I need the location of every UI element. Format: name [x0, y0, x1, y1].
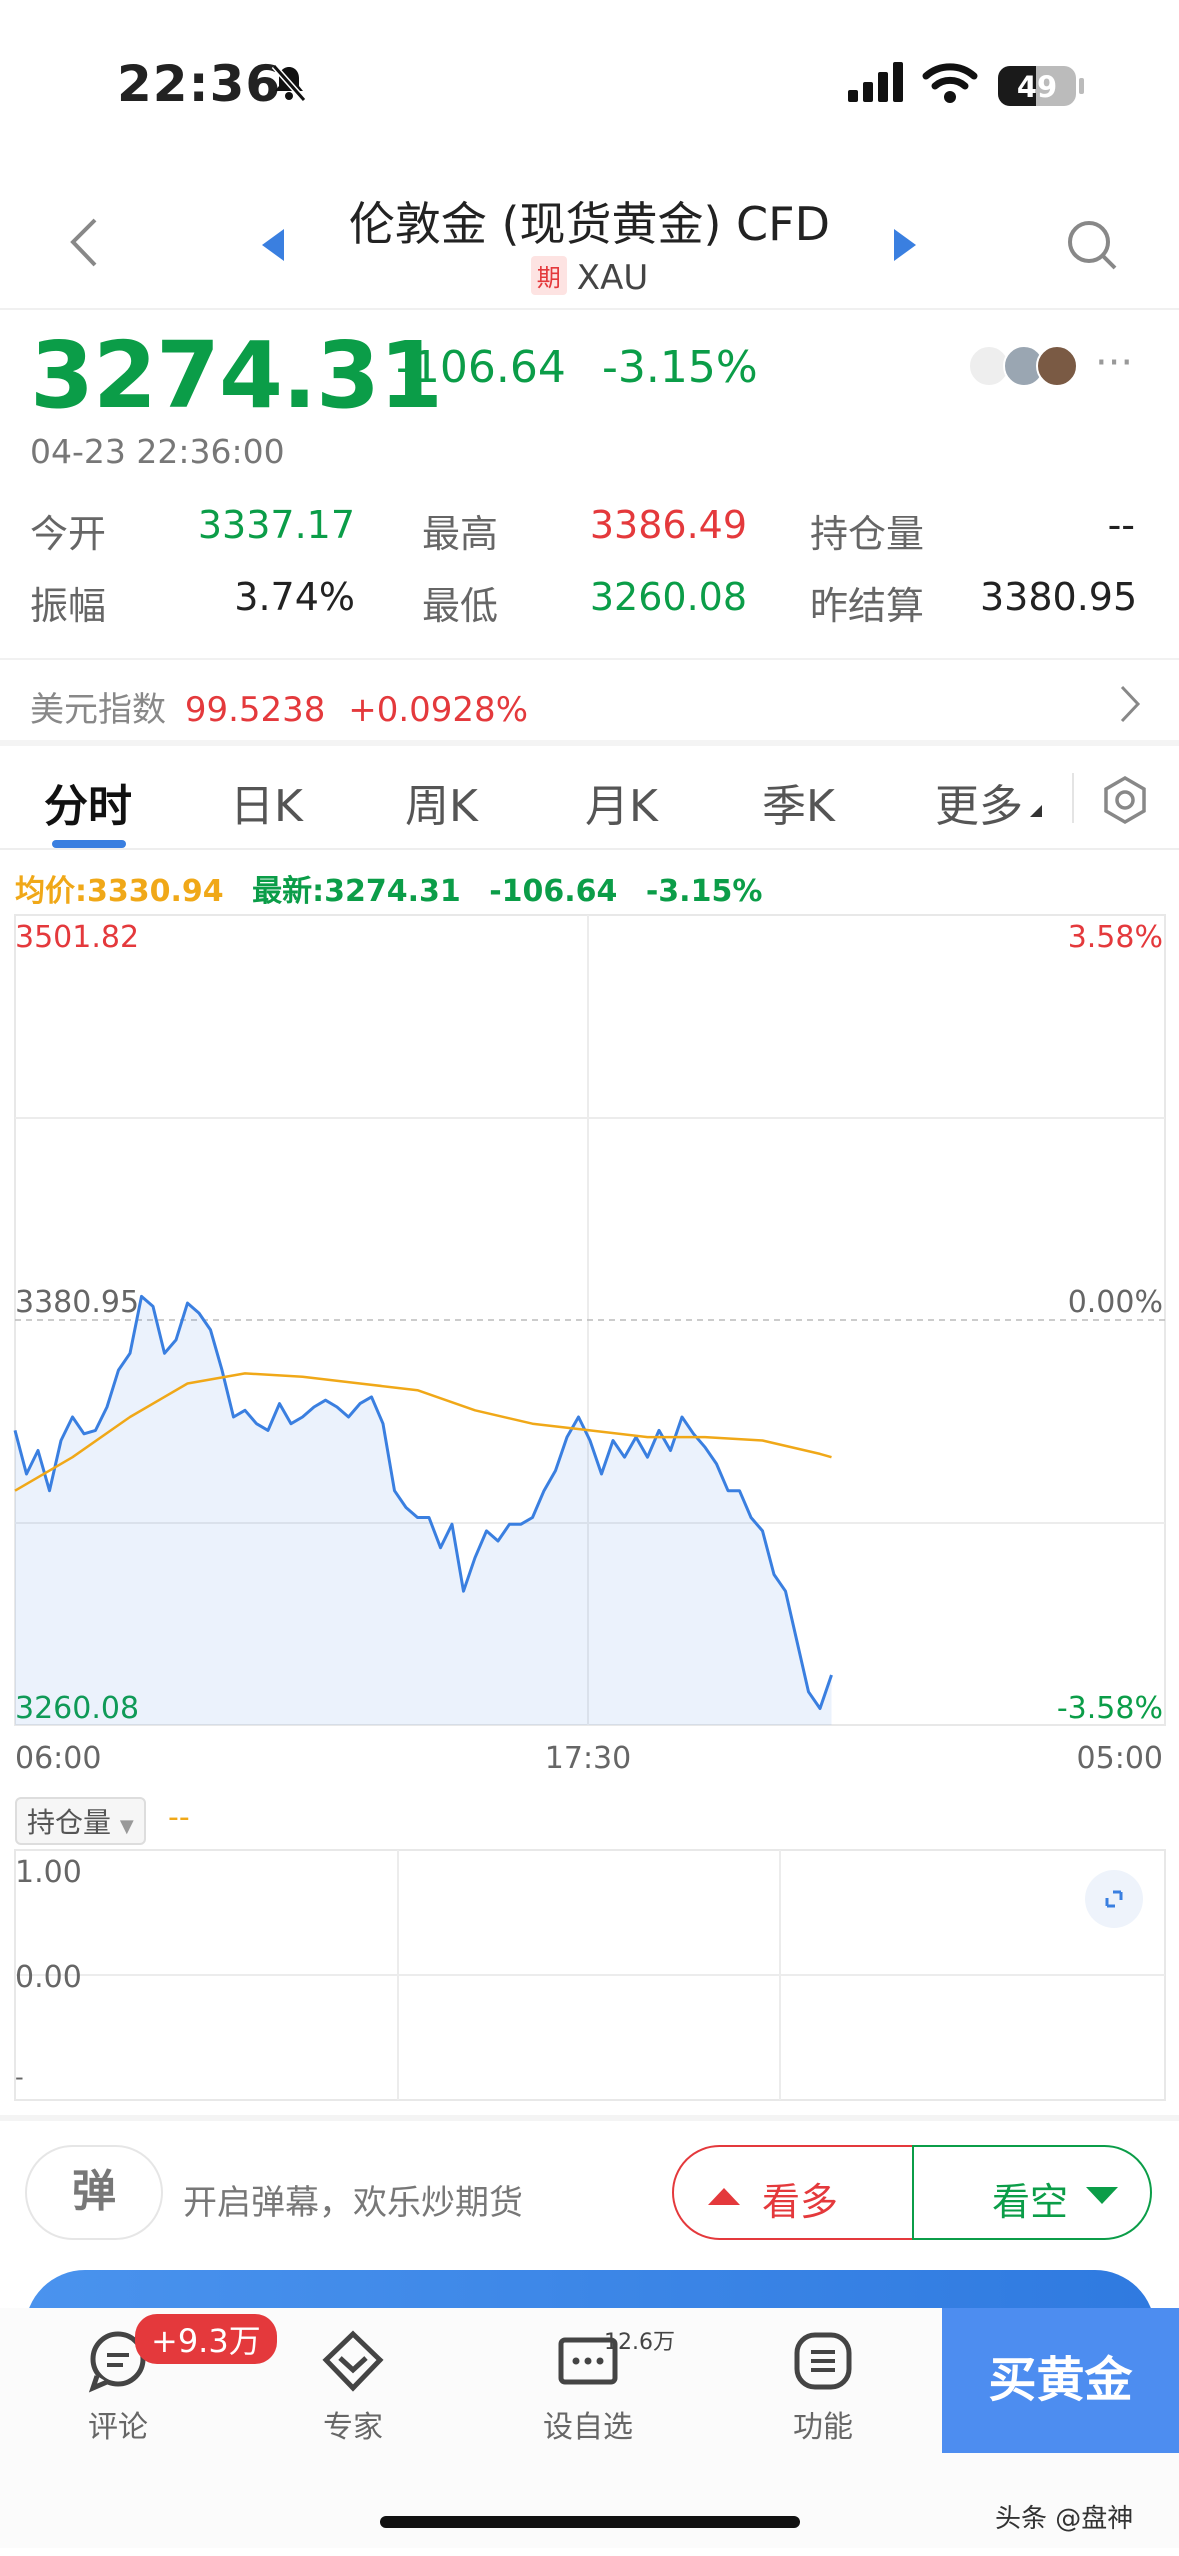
active-tab-indicator — [52, 840, 126, 848]
tab-daily-k[interactable]: 日K — [230, 770, 303, 834]
tab-functions[interactable]: 功能 — [753, 2328, 893, 2446]
symbol-subtitle: 期 XAU — [0, 256, 1179, 298]
stat-value: 3260.08 — [589, 575, 747, 619]
intraday-chart[interactable]: 3501.82 3380.95 3260.08 3.58% 0.00% -3.5… — [0, 900, 1179, 1780]
usd-index-change: +0.0928% — [348, 690, 528, 730]
divider — [0, 658, 1179, 660]
status-time: 22:36 — [117, 55, 282, 113]
last-price: 3274.31 — [30, 322, 443, 429]
wifi-icon — [922, 63, 978, 103]
page-title: 伦敦金 (现货黄金) CFD — [348, 197, 831, 251]
oi-tick: 0.00 — [15, 1960, 82, 1995]
short-button[interactable]: 看空 — [912, 2145, 1152, 2240]
tab-label: 评论 — [88, 2410, 148, 2445]
oi-selector-label: 持仓量 — [27, 1806, 112, 1839]
expand-icon — [1105, 1890, 1123, 1908]
pct-bottom-label: -3.58% — [1057, 1691, 1163, 1726]
tab-label: 设自选 — [543, 2410, 633, 2445]
cellular-signal-icon — [848, 62, 908, 102]
long-label: 看多 — [762, 2180, 839, 2224]
battery-icon: 49 — [998, 66, 1076, 106]
symbol: XAU — [576, 258, 649, 298]
menu-icon — [794, 2332, 852, 2390]
triangle-up-icon — [708, 2188, 740, 2205]
silent-bell-icon — [271, 64, 307, 102]
danmu-prompt[interactable]: 开启弹幕，欢乐炒期货 — [183, 2175, 523, 2224]
y-top-label: 3501.82 — [15, 920, 139, 955]
diamond-icon — [322, 2330, 384, 2392]
comments-badge: +9.3万 — [135, 2314, 277, 2364]
dropdown-triangle-icon — [1030, 805, 1042, 817]
price-area-fill — [15, 1296, 832, 1725]
x-label-end: 05:00 — [1077, 1741, 1163, 1776]
stat-label: 今开 — [30, 512, 107, 556]
status-bar: 22:36 49 — [0, 0, 1179, 170]
watermark: 头条 @盘神 — [995, 2504, 1134, 2534]
caret-down-icon: ▼ — [119, 1816, 134, 1837]
battery-tip — [1079, 78, 1084, 94]
price-change-pct: -3.15% — [602, 342, 758, 393]
short-label: 看空 — [992, 2180, 1069, 2224]
expand-button[interactable] — [1085, 1870, 1143, 1928]
chevron-right-icon[interactable] — [1118, 683, 1142, 725]
tab-weekly-k[interactable]: 周K — [405, 770, 478, 834]
favorite-count: 12.6万 — [604, 2330, 675, 2355]
tab-separator — [1072, 773, 1074, 823]
search-icon[interactable] — [1065, 218, 1119, 272]
quote-timestamp: 04-23 22:36:00 — [30, 432, 285, 471]
stat-label: 最低 — [422, 584, 499, 628]
avatar — [1036, 345, 1078, 387]
oi-tick: - — [15, 2063, 24, 2091]
stat-label: 持仓量 — [810, 512, 925, 556]
stat-value: 3.74% — [234, 575, 355, 619]
usd-index-value: 99.5238 — [184, 690, 326, 730]
tab-quarterly-k[interactable]: 季K — [762, 770, 835, 834]
oi-selector[interactable]: 持仓量 ▼ — [15, 1797, 146, 1845]
period-tabs: 分时 日K 周K 月K 季K 更多 — [0, 745, 1179, 850]
stat-value: -- — [1107, 503, 1135, 547]
stat-value: 3386.49 — [589, 503, 747, 547]
x-label-mid: 17:30 — [545, 1741, 631, 1776]
oi-tick: 1.00 — [15, 1855, 82, 1890]
pct-top-label: 3.58% — [1068, 920, 1163, 955]
danmu-toggle[interactable]: 弹 — [25, 2145, 163, 2240]
oi-chart: 1.00 0.00 - — [14, 1849, 1166, 2101]
battery-level: 49 — [1016, 70, 1058, 104]
stat-value: 3337.17 — [197, 503, 355, 547]
stat-label: 昨结算 — [810, 584, 925, 628]
x-label-start: 06:00 — [15, 1741, 101, 1776]
price-change: -106.64 — [396, 342, 566, 393]
tab-intraday[interactable]: 分时 — [44, 770, 132, 834]
triangle-down-icon — [1086, 2187, 1118, 2204]
long-button[interactable]: 看多 — [672, 2145, 917, 2240]
stat-value: 3380.95 — [980, 575, 1138, 619]
stat-label: 最高 — [422, 512, 499, 556]
divider — [0, 2115, 1179, 2121]
tab-experts[interactable]: 专家 — [283, 2328, 423, 2446]
home-indicator[interactable] — [380, 2516, 800, 2528]
tab-more[interactable]: 更多 — [935, 770, 1023, 834]
tab-monthly-k[interactable]: 月K — [585, 770, 658, 834]
next-instrument-icon[interactable] — [890, 225, 920, 265]
buy-gold-button[interactable]: 买黄金 — [942, 2308, 1179, 2453]
tab-label: 功能 — [793, 2410, 853, 2445]
pct-mid-label: 0.00% — [1068, 1285, 1163, 1320]
tab-label: 专家 — [323, 2410, 383, 2445]
usd-index-label: 美元指数 — [30, 690, 166, 730]
nav-header: 伦敦金 (现货黄金) CFD 期 XAU — [0, 170, 1179, 310]
usd-index-row[interactable]: 美元指数 99.5238 +0.0928% — [30, 682, 528, 731]
y-mid-label: 3380.95 — [15, 1285, 139, 1320]
danmu-icon: 弹 — [72, 2166, 116, 2217]
futures-tag: 期 — [530, 256, 567, 295]
stat-label: 振幅 — [30, 584, 107, 628]
settings-icon[interactable] — [1100, 775, 1150, 825]
more-icon[interactable]: ··· — [1095, 340, 1133, 386]
participant-avatars[interactable] — [968, 345, 1088, 389]
oi-value: -- — [168, 1800, 190, 1835]
